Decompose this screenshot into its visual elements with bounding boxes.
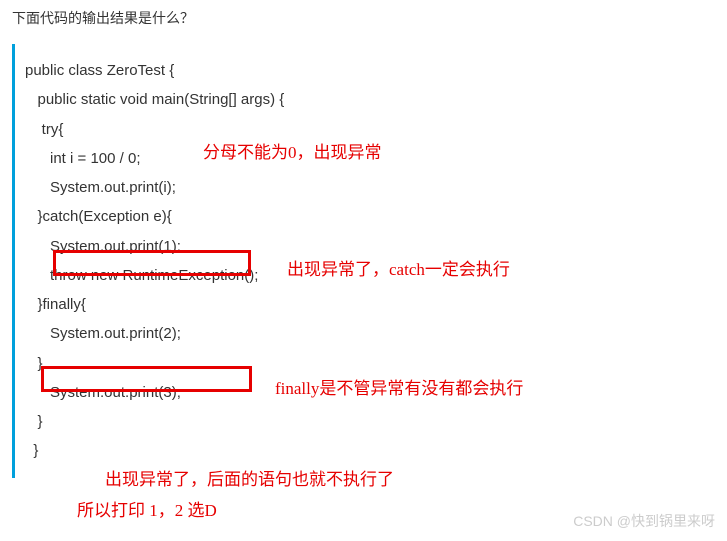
code-line: }	[25, 436, 727, 465]
annotation-catch: 出现异常了，catch一定会执行	[287, 255, 510, 280]
code-block: public class ZeroTest { public static vo…	[12, 44, 727, 478]
code-line: }finally{	[25, 290, 727, 319]
annotation-after: 出现异常了，后面的语句也就不执行了	[105, 465, 394, 490]
code-line: }catch(Exception e){	[25, 202, 727, 231]
code-line: }	[25, 407, 727, 436]
annotation-finally: finally是不管异常有没有都会执行	[275, 374, 523, 399]
code-line: System.out.print(i);	[25, 173, 727, 202]
question-text: 下面代码的输出结果是什么？	[0, 0, 727, 36]
code-line: public static void main(String[] args) {	[25, 85, 727, 114]
highlight-box-print2	[41, 366, 252, 392]
annotation-divzero: 分母不能为0，出现异常	[203, 138, 382, 163]
watermark: CSDN @快到锅里来呀	[573, 511, 715, 531]
code-line: System.out.print(2);	[25, 319, 727, 348]
code-line: public class ZeroTest {	[25, 56, 727, 85]
highlight-box-print1	[53, 250, 251, 276]
annotation-answer: 所以打印 1，2 选D	[77, 496, 217, 521]
